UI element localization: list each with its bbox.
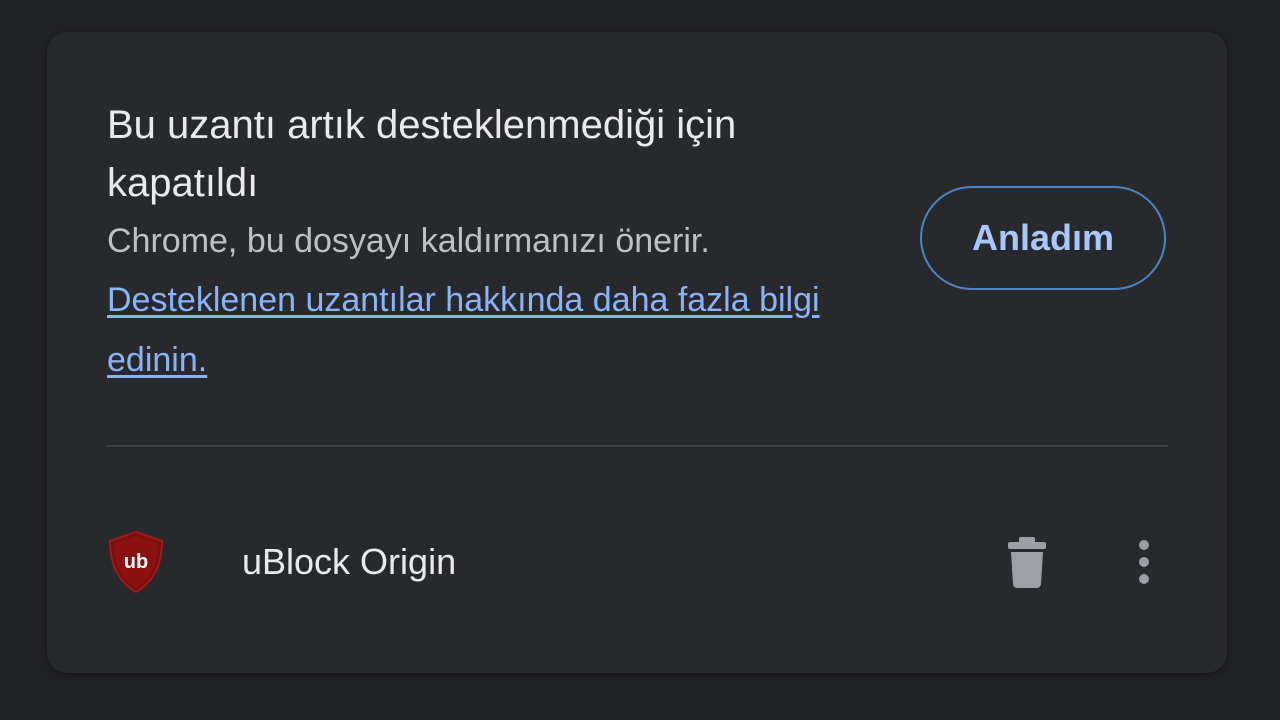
learn-more-link[interactable]: Desteklenen uzantılar hakkında daha fazl… [107,281,820,379]
notice-subtitle: Chrome, bu dosyayı kaldırmanızı önerir. [107,222,710,260]
extension-name: uBlock Origin [242,541,457,582]
ublock-origin-shield-icon: ub [107,530,165,594]
extension-icon-glyph: ub [124,551,148,573]
acknowledge-button[interactable]: Anladım [920,186,1166,290]
remove-extension-button[interactable] [1002,534,1052,590]
more-vert-icon [1139,540,1149,584]
notice-title: Bu uzantı artık desteklenmediği için kap… [107,103,737,205]
divider [106,445,1168,447]
more-actions-button[interactable] [1127,536,1161,588]
unsupported-extension-card: Bu uzantı artık desteklenmediği için kap… [47,32,1227,673]
extension-row: ub uBlock Origin [47,522,1227,602]
notice-text-block: Bu uzantı artık desteklenmediği için kap… [107,96,867,390]
trash-icon [1008,537,1046,588]
